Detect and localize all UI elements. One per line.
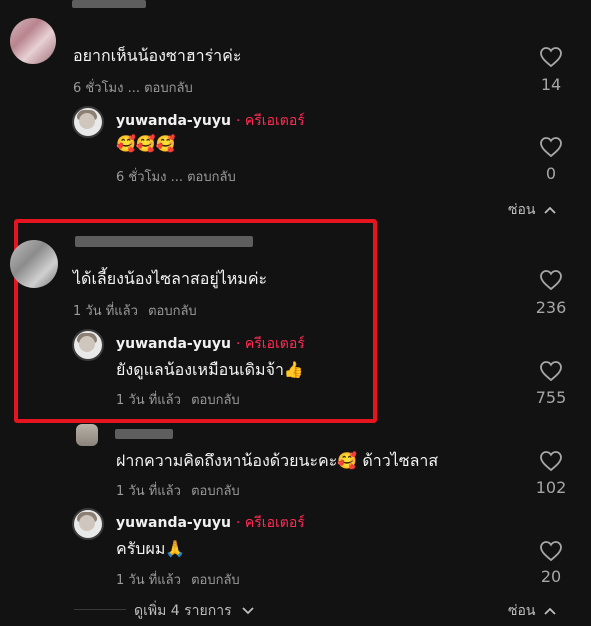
like-count: 14 [540, 75, 562, 94]
comment-meta: 1 วัน ที่แล้ว ตอบกลับ [73, 300, 197, 321]
view-more-replies-button[interactable]: ดูเพิ่ม 4 รายการ [134, 600, 254, 622]
reply-avatar-blurred[interactable] [76, 424, 98, 446]
heart-outline-icon[interactable] [539, 540, 563, 562]
reply-header: yuwanda-yuyu · ครีเอเตอร์ [116, 333, 305, 355]
comment-meta: 6 ชั่วโมง ... ตอบกลับ [73, 77, 193, 98]
reply-header: yuwanda-yuyu · ครีเอเตอร์ [116, 110, 305, 132]
reply-username-blurred[interactable] [115, 429, 173, 439]
creator-badge: · ครีเอเตอร์ [236, 113, 305, 129]
reply-text: ครับผม🙏 [116, 539, 186, 558]
reply-time: 6 ชั่วโมง [116, 170, 167, 185]
like-count: 236 [535, 298, 567, 317]
reply-meta: 1 วัน ที่แล้ว ตอบกลับ [116, 389, 240, 410]
reply-text: 🥰🥰🥰 [116, 134, 176, 153]
commenter-username-blurred[interactable] [72, 0, 146, 8]
more-dots[interactable]: ... [171, 170, 188, 185]
creator-badge: · ครีเอเตอร์ [236, 515, 305, 531]
reply-time: 1 วัน ที่แล้ว [116, 393, 181, 408]
creator-username[interactable]: yuwanda-yuyu [116, 515, 231, 531]
reply-meta: 6 ชั่วโมง ... ตอบกลับ [116, 166, 236, 187]
creator-username[interactable]: yuwanda-yuyu [116, 113, 231, 129]
like-count: 0 [545, 164, 557, 183]
comment-text: อยากเห็นน้องซาฮาร่าค่ะ [73, 46, 242, 65]
comment-time: 6 ชั่วโมง [73, 81, 124, 96]
creator-avatar[interactable] [72, 106, 104, 138]
creator-badge: · ครีเอเตอร์ [236, 336, 305, 352]
comment-text: ได้เลี้ยงน้องไซลาสอยู่ไหมค่ะ [73, 269, 268, 288]
comment-time: 1 วัน ที่แล้ว [73, 304, 138, 319]
chevron-up-icon [544, 206, 556, 214]
reply-time: 1 วัน ที่แล้ว [116, 484, 181, 499]
like-count: 20 [540, 567, 562, 586]
commenter-avatar[interactable] [10, 240, 58, 288]
like-count: 102 [535, 478, 567, 497]
heart-outline-icon[interactable] [539, 269, 563, 291]
heart-outline-icon[interactable] [539, 450, 563, 472]
hide-replies-button[interactable]: ซ่อน [508, 600, 556, 622]
creator-avatar[interactable] [72, 508, 104, 540]
reply-text: ยังดูแลน้องเหมือนเดิมจ้า👍 [116, 360, 304, 379]
creator-avatar[interactable] [72, 329, 104, 361]
reply-time: 1 วัน ที่แล้ว [116, 573, 181, 588]
reply-button[interactable]: ตอบกลับ [191, 484, 240, 499]
reply-meta: 1 วัน ที่แล้ว ตอบกลับ [116, 569, 240, 590]
reply-button[interactable]: ตอบกลับ [187, 170, 236, 185]
chevron-down-icon [242, 607, 254, 615]
creator-username[interactable]: yuwanda-yuyu [116, 336, 231, 352]
reply-meta: 1 วัน ที่แล้ว ตอบกลับ [116, 480, 240, 501]
commenter-username-blurred[interactable] [75, 236, 253, 247]
reply-button[interactable]: ตอบกลับ [191, 393, 240, 408]
reply-header: yuwanda-yuyu · ครีเอเตอร์ [116, 512, 305, 534]
reply-text: ฝากความคิดถึงหาน้องด้วยนะคะ🥰 ด้าวไซลาส [116, 451, 439, 470]
reply-button[interactable]: ตอบกลับ [191, 573, 240, 588]
heart-outline-icon[interactable] [539, 360, 563, 382]
heart-outline-icon[interactable] [539, 136, 563, 158]
reply-button[interactable]: ตอบกลับ [144, 81, 193, 96]
divider-line [74, 609, 126, 610]
commenter-avatar[interactable] [10, 18, 56, 64]
hide-replies-button[interactable]: ซ่อน [508, 199, 556, 221]
chevron-up-icon [544, 607, 556, 615]
heart-outline-icon[interactable] [539, 46, 563, 68]
like-count: 755 [535, 388, 567, 407]
more-dots[interactable]: ... [128, 81, 145, 96]
reply-button[interactable]: ตอบกลับ [148, 304, 197, 319]
